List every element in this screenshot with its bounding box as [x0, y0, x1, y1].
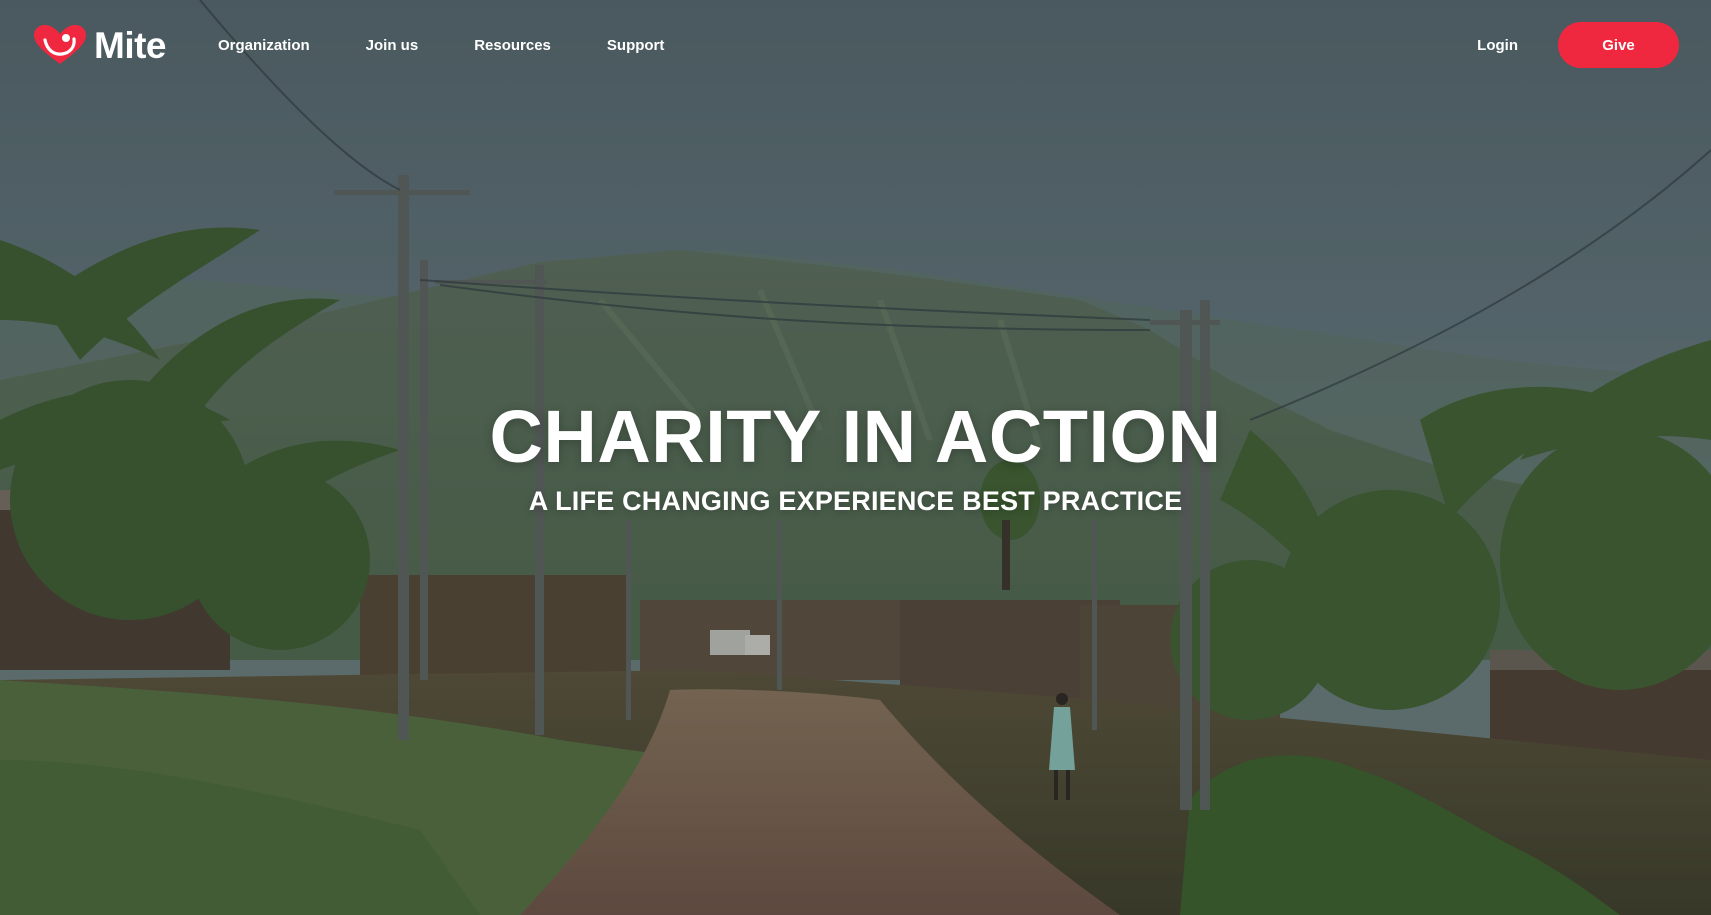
- give-button[interactable]: Give: [1558, 22, 1679, 68]
- nav-item-support[interactable]: Support: [607, 37, 665, 54]
- nav-item-organization[interactable]: Organization: [218, 37, 310, 54]
- hero-title: CHARITY IN ACTION: [489, 395, 1222, 478]
- nav-actions: Login Give: [1477, 22, 1679, 68]
- hero-copy: CHARITY IN ACTION A LIFE CHANGING EXPERI…: [0, 400, 1711, 517]
- hero-section: Mite Organization Join us Resources Supp…: [0, 0, 1711, 915]
- login-link[interactable]: Login: [1477, 37, 1518, 54]
- hero-subtitle: A LIFE CHANGING EXPERIENCE BEST PRACTICE: [528, 486, 1183, 516]
- nav-item-join-us[interactable]: Join us: [366, 37, 419, 54]
- brand-name: Mite: [94, 24, 167, 66]
- top-navbar: Mite Organization Join us Resources Supp…: [0, 0, 1711, 90]
- main-nav: Organization Join us Resources Support: [218, 37, 664, 54]
- nav-item-resources[interactable]: Resources: [474, 37, 551, 54]
- heart-hand-icon: [34, 25, 86, 64]
- brand-logo[interactable]: Mite: [32, 24, 167, 66]
